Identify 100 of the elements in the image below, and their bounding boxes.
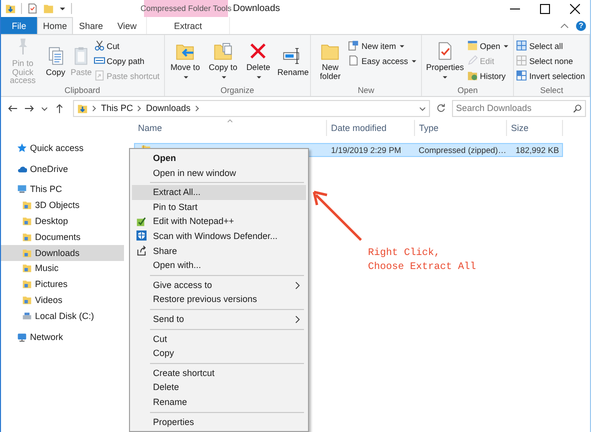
ribbon-button[interactable]: Move to [166, 37, 204, 85]
recent-locations-icon[interactable] [41, 104, 48, 112]
annotation-text: Right Click, Choose Extract All [368, 247, 476, 275]
menu-item[interactable]: Create shortcut [132, 366, 306, 380]
close-icon [570, 4, 580, 14]
new-item-icon [348, 40, 360, 51]
scissors-icon [94, 40, 105, 51]
group-label: New [356, 85, 376, 96]
chevron-icon[interactable] [92, 104, 97, 112]
menu-item[interactable]: Send to [132, 312, 306, 327]
ribbon-button[interactable]: Open [466, 39, 512, 52]
ribbon-button[interactable]: Copy to [204, 37, 242, 85]
group-label: Clipboard [64, 85, 102, 96]
dropdown-icon[interactable] [419, 104, 426, 112]
ribbon-button[interactable]: Easy access [348, 54, 420, 67]
table-cell-text: 1/19/2019 2:29 PM [330, 145, 402, 155]
menu-item[interactable]: Open with... [132, 258, 306, 273]
sidebar-item[interactable]: Videos [1, 292, 124, 308]
rename-icon [282, 46, 302, 66]
breadcrumb[interactable]: This PC [101, 103, 134, 113]
address-bar[interactable]: This PC Downloads [73, 100, 430, 116]
ribbon-button[interactable]: Cut [94, 39, 162, 52]
ribbon-button[interactable]: New item [348, 39, 420, 52]
folder-icon [466, 40, 478, 51]
menu-item[interactable]: Extract All... [132, 185, 306, 200]
folder-download-icon[interactable] [5, 3, 16, 14]
table-cell-text: Compressed (zipped)… [418, 145, 506, 155]
network-icon [17, 332, 27, 342]
folder-icon [22, 295, 32, 306]
column-header[interactable]: Name [134, 120, 327, 136]
menu-item[interactable]: Delete [132, 380, 306, 395]
refresh-icon[interactable] [436, 103, 446, 113]
sidebar-item[interactable]: OneDrive [1, 160, 124, 177]
ribbon-button[interactable]: Select all [516, 39, 587, 52]
sidebar-item[interactable]: Music [1, 260, 124, 276]
menu-item[interactable]: Edit with Notepad++ [132, 214, 306, 229]
menu-item[interactable]: Rename [132, 394, 306, 410]
group-label: Select [539, 85, 564, 96]
chevron-icon[interactable] [137, 104, 142, 112]
sidebar-item[interactable]: Quick access [1, 140, 124, 156]
table-cell-text: 182,992 KB [514, 145, 560, 155]
shield-icon [136, 230, 147, 242]
menu-item[interactable]: Copy [132, 346, 306, 361]
menu-item[interactable]: Properties [132, 414, 306, 430]
ribbon-button[interactable]: Copy [44, 37, 68, 85]
file-tab[interactable]: File [1, 17, 37, 34]
column-header[interactable]: Date modified [327, 120, 415, 136]
sidebar-item[interactable]: Pictures [1, 276, 124, 292]
ribbon-button[interactable]: New folder [312, 37, 348, 85]
sidebar-item[interactable]: Local Disk (C:) [1, 308, 124, 324]
menu-item[interactable]: Share [132, 244, 306, 258]
menu-item[interactable]: Cut [132, 332, 306, 346]
up-icon[interactable] [54, 102, 65, 114]
search-field[interactable]: Search Downloads [452, 100, 586, 116]
menu-item[interactable]: Open in new window [132, 166, 306, 180]
collapse-ribbon-icon[interactable] [560, 22, 569, 28]
caret-icon[interactable] [59, 5, 66, 12]
arrow [312, 190, 362, 241]
folder-icon [22, 263, 32, 274]
chevron-icon[interactable] [194, 104, 200, 112]
share-icon [136, 245, 147, 256]
breadcrumb[interactable]: Downloads [146, 103, 191, 113]
column-header[interactable]: Size [507, 120, 563, 136]
ribbon-tab[interactable]: Share [73, 17, 109, 34]
sidebar-item[interactable]: This PC [1, 182, 124, 198]
ribbon-button[interactable]: Select none [516, 54, 587, 67]
sidebar-item[interactable]: Desktop [1, 213, 124, 229]
ribbon-button[interactable]: Invert selection [516, 69, 587, 82]
group-label: Organize [219, 85, 256, 96]
menu-item[interactable]: Scan with Windows Defender... [132, 228, 306, 244]
forward-icon[interactable] [24, 102, 35, 114]
ribbon-button[interactable]: Copy path [94, 54, 162, 67]
pencil-icon [466, 55, 478, 66]
folder-pages-icon [213, 41, 234, 62]
document-check-icon[interactable] [27, 3, 38, 14]
ribbon-button[interactable]: Delete [242, 37, 274, 85]
folder-icon [22, 232, 32, 242]
folder-icon [22, 200, 32, 210]
grid-icon [516, 70, 528, 81]
sidebar-item[interactable]: 3D Objects [1, 197, 124, 214]
sidebar-item[interactable]: Documents [1, 228, 124, 245]
cloud-icon [17, 164, 27, 174]
ribbon-tab[interactable]: View [109, 17, 145, 34]
grid-icon [516, 40, 528, 51]
drive-icon [22, 310, 32, 321]
menu-item[interactable]: Restore previous versions [132, 292, 306, 307]
ribbon-button[interactable]: Rename [275, 37, 308, 85]
back-icon[interactable] [7, 102, 18, 114]
sidebar-item[interactable]: Network [1, 328, 124, 345]
document-icon [348, 55, 360, 66]
sidebar-item[interactable]: Downloads [1, 244, 124, 261]
column-header[interactable]: Type [415, 120, 507, 136]
cross-icon [248, 41, 268, 62]
folder-icon [22, 216, 32, 226]
ribbon-tab[interactable]: Home [37, 17, 73, 34]
folder-download-icon [77, 102, 88, 114]
menu-item[interactable]: Give access to [132, 278, 306, 292]
ribbon-button[interactable]: History [466, 69, 512, 82]
ribbon-button[interactable]: Properties [424, 37, 466, 85]
menu-item[interactable]: Pin to Start [132, 200, 306, 214]
